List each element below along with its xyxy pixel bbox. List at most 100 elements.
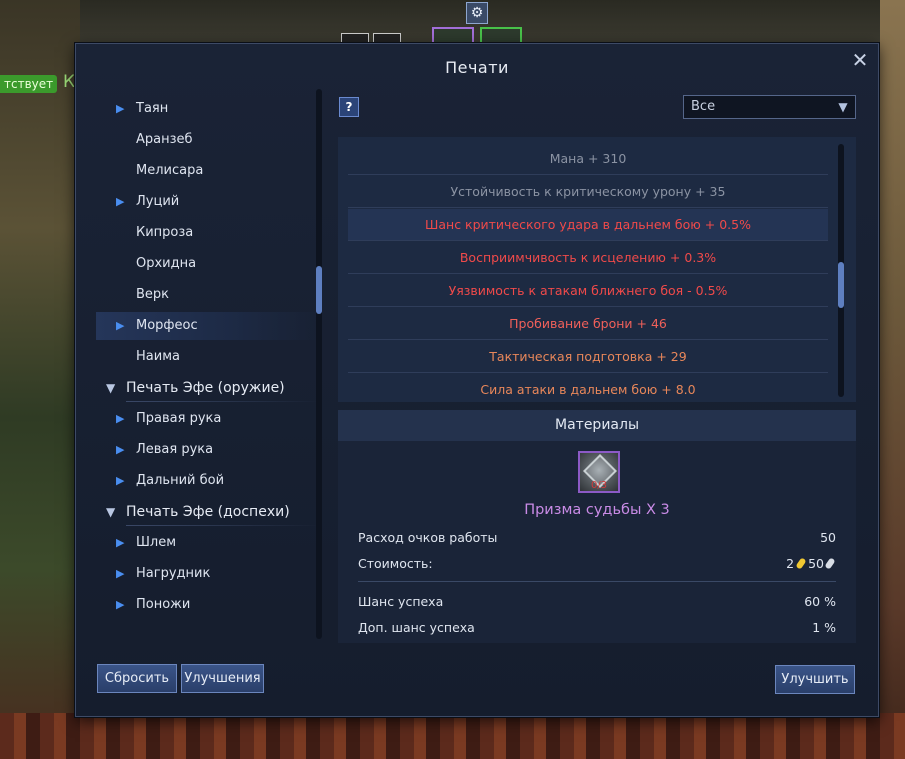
gear-icon[interactable]: ⚙ (466, 2, 488, 24)
stat-bonus-text: Устойчивость к критическому урону + 35 (450, 184, 726, 199)
expand-down-icon: ▼ (106, 381, 116, 395)
stat-bonus-row[interactable]: Тактическая подготовка + 29 (348, 341, 828, 373)
stat-bonus-text: Тактическая подготовка + 29 (489, 349, 687, 364)
stat-row-divider (348, 372, 828, 373)
stat-bonus-row[interactable]: Сила атаки в дальнем бою + 8.0 (348, 374, 828, 402)
stat-bonus-row[interactable]: Мана + 310 (348, 143, 828, 175)
category-label: Таян (136, 101, 169, 116)
cost-silver-value: 50 (808, 556, 824, 571)
expand-right-icon: ▶ (116, 195, 125, 208)
category-label: Верк (136, 287, 170, 302)
extra-success-label: Доп. шанс успеха (358, 620, 475, 635)
work-points-value: 50 (820, 530, 836, 545)
work-points-row: Расход очков работы 50 (358, 528, 836, 548)
stat-bonus-text: Восприимчивость к исцелению + 0.3% (459, 250, 717, 265)
category-list-item[interactable]: Кипроза (96, 219, 321, 247)
category-list-item[interactable]: ▶ Левая рука (96, 436, 321, 464)
category-label: Наима (136, 349, 180, 364)
cost-value: 2 50 (786, 554, 836, 574)
expand-right-icon: ▶ (116, 598, 125, 611)
category-label: Морфеос (136, 318, 198, 333)
stat-bonus-row[interactable]: Шанс критического удара в дальнем бою + … (348, 209, 828, 241)
expand-right-icon: ▶ (116, 567, 125, 580)
stat-bonus-row[interactable]: Пробивание брони + 46 (348, 308, 828, 340)
seals-dialog: Печати ✕ ▶ Таян Аранзеб Мелисара ▶ Луций Кипро… (75, 43, 879, 717)
chevron-down-icon: ▼ (838, 100, 848, 114)
category-list-item[interactable]: Мелисара (96, 157, 321, 185)
prism-icon[interactable]: 0/3 (578, 451, 620, 493)
extra-success-row: Доп. шанс успеха 1 % (358, 618, 836, 638)
category-list-item[interactable]: ▶ Правая рука (96, 405, 321, 433)
material-name: Призма судьбы X 3 (524, 502, 670, 518)
stat-row-divider (348, 207, 828, 208)
category-group-header[interactable]: ▼ Печать Эфе (доспехи) (96, 498, 321, 526)
dialog-title: Печати (445, 58, 509, 77)
cost-row: Стоимость: 2 50 (358, 554, 836, 574)
reset-button[interactable]: Сбросить (97, 664, 177, 693)
stat-row-divider (348, 273, 828, 274)
filter-value: Все (691, 99, 716, 114)
stat-row-divider (348, 240, 828, 241)
category-list-item[interactable]: Верк (96, 281, 321, 309)
stat-bonus-text: Сила атаки в дальнем бою + 8.0 (480, 382, 696, 397)
category-label: Печать Эфе (доспехи) (126, 504, 290, 520)
category-list-item[interactable]: Орхидна (96, 250, 321, 278)
expand-right-icon: ▶ (116, 474, 125, 487)
expand-right-icon: ▶ (116, 319, 125, 332)
category-label: Шлем (136, 535, 177, 550)
stat-bonus-list: Мана + 310 Устойчивость к критическому ур… (338, 137, 856, 402)
stat-bonus-text: Пробивание брони + 46 (509, 316, 667, 331)
expand-right-icon: ▶ (116, 102, 125, 115)
category-label: Левая рука (136, 442, 214, 457)
background-carpet (0, 713, 905, 759)
category-label: Правая рука (136, 411, 222, 426)
expand-right-icon: ▶ (116, 412, 125, 425)
category-list-item[interactable]: ▶ Дальний бой (96, 467, 321, 495)
category-list-scroll-thumb[interactable] (316, 266, 322, 314)
stat-bonus-row[interactable]: Уязвимость к атакам ближнего боя - 0.5% (348, 275, 828, 307)
category-label: Мелисара (136, 163, 204, 178)
category-label: Поножи (136, 597, 191, 612)
filter-select[interactable]: Все ▼ (683, 95, 856, 119)
expand-right-icon: ▶ (116, 536, 125, 549)
work-points-label: Расход очков работы (358, 530, 498, 545)
materials-panel: 0/3 Призма судьбы X 3 Расход очков работ… (338, 441, 856, 643)
category-group-header[interactable]: ▼ Печать Эфе (оружие) (96, 374, 321, 402)
material-count: 0/3 (590, 480, 608, 491)
cost-label: Стоимость: (358, 556, 433, 571)
gold-coin-icon (795, 557, 807, 570)
category-list-item[interactable]: Аранзеб (96, 126, 321, 154)
cost-divider (358, 581, 836, 582)
success-label: Шанс успеха (358, 594, 444, 609)
seal-category-list: ▶ Таян Аранзеб Мелисара ▶ Луций Кипроза Орхидна… (96, 89, 321, 639)
category-label: Нагрудник (136, 566, 211, 581)
stat-bonus-text: Уязвимость к атакам ближнего боя - 0.5% (448, 283, 728, 298)
upgrades-button[interactable]: Улучшения (181, 664, 264, 693)
category-list-item[interactable]: Наима (96, 343, 321, 371)
category-list-item[interactable]: ▶ Поножи (96, 591, 321, 619)
category-list-item[interactable]: ▶ Морфеос (96, 312, 321, 340)
expand-right-icon: ▶ (116, 443, 125, 456)
background-scene-right (875, 0, 905, 759)
category-label: Луций (136, 194, 180, 209)
category-list-item[interactable]: ▶ Шлем (96, 529, 321, 557)
category-list-scrollbar[interactable] (316, 89, 322, 639)
category-list-item[interactable]: ▶ Нагрудник (96, 560, 321, 588)
stat-bonus-text: Шанс критического удара в дальнем бою + … (425, 217, 751, 232)
materials-header: Материалы (338, 410, 856, 441)
category-label: Аранзеб (136, 132, 193, 147)
stat-bonus-row[interactable]: Восприимчивость к исцелению + 0.3% (348, 242, 828, 274)
extra-success-value: 1 % (812, 620, 836, 635)
silver-coin-icon (824, 557, 836, 570)
success-row: Шанс успеха 60 % (358, 592, 836, 612)
stat-list-scroll-thumb[interactable] (838, 262, 844, 308)
improve-button[interactable]: Улучшить (775, 665, 855, 694)
stat-row-divider (348, 306, 828, 307)
close-icon[interactable]: ✕ (850, 50, 870, 70)
help-icon[interactable]: ? (339, 97, 359, 117)
stat-bonus-row[interactable]: Устойчивость к критическому урону + 35 (348, 176, 828, 208)
category-list-item[interactable]: ▶ Таян (96, 95, 321, 123)
category-label: Печать Эфе (оружие) (126, 380, 285, 396)
stat-bonus-text: Мана + 310 (549, 151, 627, 166)
category-list-item[interactable]: ▶ Луций (96, 188, 321, 216)
